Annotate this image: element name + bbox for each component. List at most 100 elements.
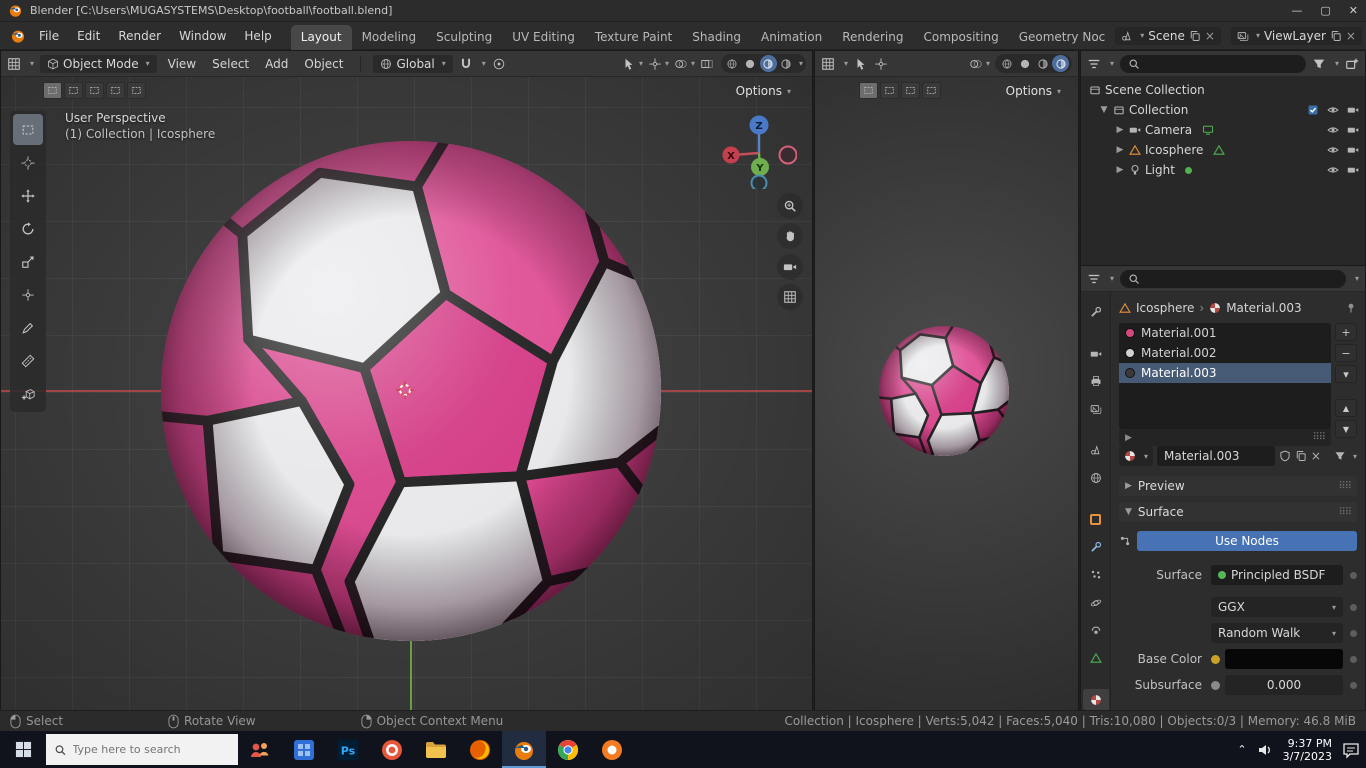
filter-link-icon[interactable]: [1334, 450, 1346, 462]
select-invert-button[interactable]: [106, 82, 125, 99]
shading-material-button[interactable]: [759, 55, 777, 72]
volume-icon[interactable]: [1257, 742, 1273, 758]
options-dropdown[interactable]: Options ▾: [729, 82, 798, 100]
checkbox-icon[interactable]: [1307, 104, 1319, 116]
overlays-icon[interactable]: [674, 57, 688, 71]
keyframe-dot[interactable]: [1350, 681, 1357, 689]
editor-type-icon[interactable]: [7, 57, 21, 71]
photoshop-icon[interactable]: Ps: [326, 731, 370, 768]
pan-hand-button[interactable]: [777, 223, 803, 249]
copy-icon[interactable]: [1189, 30, 1201, 42]
fake-user-shield-icon[interactable]: [1279, 450, 1291, 462]
keyframe-dot[interactable]: [1350, 571, 1357, 579]
move-slot-down-button[interactable]: ▼: [1335, 420, 1357, 438]
eye-icon[interactable]: [1327, 104, 1339, 116]
tab-modifiers[interactable]: [1083, 537, 1109, 558]
outliner-search[interactable]: [1120, 54, 1306, 73]
tab-uv-editing[interactable]: UV Editing: [502, 25, 585, 50]
breadcrumb-object[interactable]: Icosphere: [1136, 301, 1194, 315]
disclosure-icon[interactable]: ▶: [1115, 125, 1125, 135]
move-slot-up-button[interactable]: ▲: [1335, 399, 1357, 417]
blender-menu-logo-icon[interactable]: [10, 28, 26, 44]
tab-particles[interactable]: [1083, 565, 1109, 586]
close-button[interactable]: ✕: [1349, 4, 1358, 17]
tab-compositing[interactable]: Compositing: [913, 25, 1008, 50]
base-color-swatch[interactable]: [1225, 649, 1343, 669]
filter-icon[interactable]: [1312, 57, 1326, 71]
tab-animation[interactable]: Animation: [751, 25, 832, 50]
blender-taskbar-icon[interactable]: [502, 731, 546, 768]
disclosure-icon[interactable]: ▶: [1115, 165, 1125, 175]
tab-tool[interactable]: [1083, 302, 1109, 323]
tab-modeling[interactable]: Modeling: [352, 25, 427, 50]
tab-physics[interactable]: [1083, 592, 1109, 613]
copy-icon[interactable]: [1330, 30, 1342, 42]
app-tile-icon[interactable]: [282, 731, 326, 768]
tool-rotate[interactable]: [13, 213, 43, 244]
menu-add[interactable]: Add: [260, 54, 293, 74]
gizmos-icon[interactable]: [874, 57, 888, 71]
shading-wireframe-button[interactable]: [998, 55, 1015, 72]
options-dropdown[interactable]: Options ▾: [999, 82, 1068, 100]
disclosure-icon[interactable]: ▶: [1115, 145, 1125, 155]
shading-wireframe-button[interactable]: [724, 55, 741, 72]
editor-type-icon[interactable]: [821, 57, 835, 71]
tool-annotate[interactable]: [13, 312, 43, 343]
task-view-people-icon[interactable]: [238, 731, 282, 768]
viewport-canvas[interactable]: Options ▾ User Perspective (1) Collectio…: [1, 77, 812, 710]
taskbar-search[interactable]: [46, 734, 238, 765]
menu-file[interactable]: File: [30, 26, 68, 46]
select-subtract-button[interactable]: [901, 82, 920, 99]
menu-render[interactable]: Render: [109, 26, 170, 46]
select-extend-button[interactable]: [880, 82, 899, 99]
tab-material[interactable]: [1082, 689, 1109, 710]
remove-slot-button[interactable]: −: [1335, 344, 1357, 362]
surface-section-header[interactable]: ▼ Surface ⠿⠿: [1119, 502, 1357, 522]
menu-object[interactable]: Object: [299, 54, 348, 74]
zoom-button[interactable]: [777, 193, 803, 219]
keyframe-dot[interactable]: [1350, 655, 1357, 663]
browser-icon[interactable]: [370, 731, 414, 768]
gizmos-icon[interactable]: [648, 57, 662, 71]
eye-icon[interactable]: [1327, 124, 1339, 136]
scene-selector[interactable]: ▾ Scene ×: [1115, 26, 1221, 45]
outliner-search-input[interactable]: [1145, 57, 1298, 70]
app-orange-icon[interactable]: [590, 731, 634, 768]
slot-material-003[interactable]: Material.003: [1119, 363, 1331, 383]
tab-object-data[interactable]: [1083, 648, 1109, 669]
use-nodes-button[interactable]: Use Nodes: [1137, 531, 1357, 551]
subsurface-slider[interactable]: 0.000: [1225, 675, 1343, 695]
tool-add-cube[interactable]: [13, 378, 43, 409]
taskbar-search-input[interactable]: [72, 743, 230, 756]
shading-solid-button[interactable]: [742, 55, 759, 72]
new-material-copy-icon[interactable]: [1295, 450, 1307, 462]
tool-transform[interactable]: [13, 279, 43, 310]
menu-edit[interactable]: Edit: [68, 26, 109, 46]
editor-type-icon[interactable]: [1087, 57, 1101, 71]
tray-expand-icon[interactable]: ⌃: [1237, 743, 1246, 756]
eye-icon[interactable]: [1327, 144, 1339, 156]
menu-select[interactable]: Select: [207, 54, 254, 74]
minimize-button[interactable]: —: [1291, 4, 1302, 17]
view-layer-selector[interactable]: ▾ ViewLayer ×: [1230, 26, 1362, 45]
navigation-gizmo[interactable]: Z X Y: [721, 113, 798, 192]
transform-orientation-dropdown[interactable]: Global ▾: [373, 54, 453, 73]
start-button[interactable]: [0, 731, 46, 768]
slot-material-002[interactable]: Material.002: [1119, 343, 1331, 363]
tool-box-select[interactable]: [13, 114, 43, 145]
tree-item-light[interactable]: ▶ Light: [1083, 160, 1363, 180]
properties-search-input[interactable]: [1145, 272, 1338, 285]
select-extend-button[interactable]: [64, 82, 83, 99]
expand-icon[interactable]: ▶: [1125, 433, 1132, 443]
unlink-icon[interactable]: ×: [1346, 29, 1356, 43]
chrome-icon[interactable]: [546, 731, 590, 768]
select-set-button[interactable]: [43, 82, 62, 99]
tab-geometry-nodes[interactable]: Geometry Noc: [1009, 25, 1116, 50]
select-visibility-icon[interactable]: [854, 57, 868, 71]
tab-layout[interactable]: Layout: [290, 24, 352, 50]
select-subtract-button[interactable]: [85, 82, 104, 99]
keyframe-dot[interactable]: [1350, 629, 1357, 637]
shading-material-button[interactable]: [1034, 55, 1051, 72]
camera-render-icon[interactable]: [1347, 104, 1359, 116]
shading-solid-button[interactable]: [1016, 55, 1033, 72]
